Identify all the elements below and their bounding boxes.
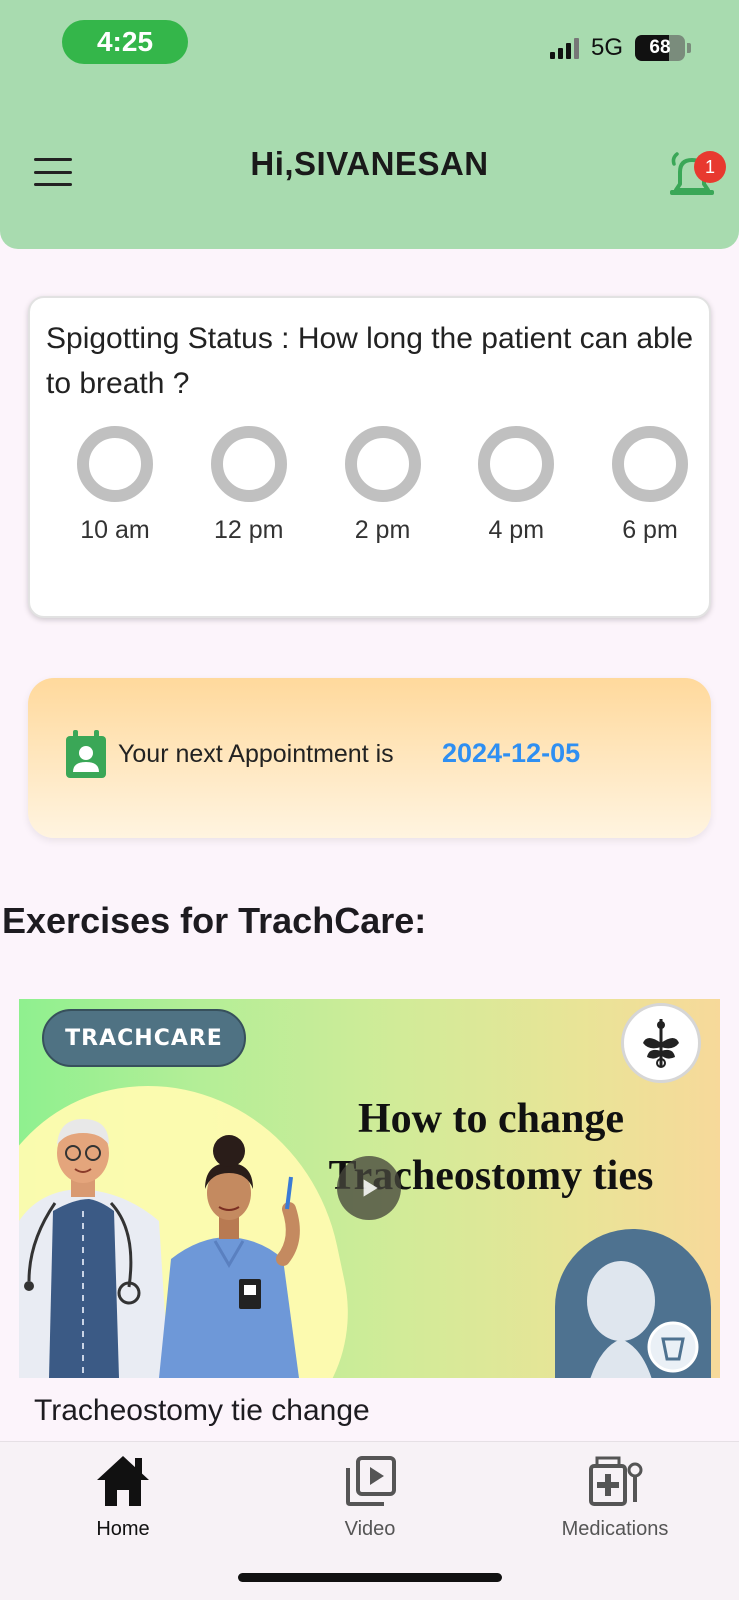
time-slot-12pm[interactable]: 12 pm [194, 426, 304, 545]
time-slot-label: 10 am [80, 516, 150, 544]
spigotting-status-card: Spigotting Status : How long the patient… [28, 296, 711, 618]
menu-icon-bar [34, 183, 72, 186]
time-slot-label: 12 pm [214, 516, 284, 544]
home-icon [97, 1456, 149, 1506]
appointment-date: 2024-12-05 [442, 738, 581, 768]
home-indicator[interactable] [238, 1573, 502, 1582]
battery-level: 68 [649, 37, 671, 58]
status-indicators: 5G 68 [549, 32, 691, 64]
nav-medications-label: Medications [561, 1518, 669, 1540]
exercises-section-title: Exercises for TrachCare: [2, 900, 427, 941]
notification-badge: 1 [694, 151, 726, 183]
time-slot-label: 4 pm [488, 516, 545, 544]
status-time: 4:25 [62, 20, 188, 64]
nurse-illustration [159, 1135, 300, 1378]
hospital-logo-icon [621, 1003, 701, 1083]
patient-illustration [555, 1229, 711, 1378]
network-type: 5G [590, 34, 623, 61]
app-header: 4:25 5G 68 Hi,SIVANESAN [0, 0, 739, 249]
radio-ring-icon [612, 426, 688, 502]
radio-ring-icon [344, 426, 421, 502]
appointment-text: Your next Appointment is [118, 740, 394, 768]
time-slot-4pm[interactable]: 4 pm [461, 426, 571, 545]
cellular-signal-icon [549, 37, 579, 59]
radio-ring-icon [478, 426, 555, 502]
play-icon [363, 1179, 378, 1197]
thumbnail-tag: TRACHCARE [42, 1009, 246, 1067]
radio-ring-icon [77, 426, 153, 502]
time-slot-2pm[interactable]: 2 pm [328, 426, 438, 545]
nav-video-label: Video [344, 1518, 396, 1540]
calendar-person-icon [66, 730, 106, 778]
appointment-card[interactable]: Your next Appointment is 2024-12-05 [28, 678, 711, 838]
time-slot-label: 6 pm [622, 516, 678, 544]
time-slot-options: 10 am 12 pm 2 pm 4 pm 6 pm [60, 426, 705, 545]
nav-medications[interactable]: Medications [525, 1452, 705, 1552]
battery-nub [687, 43, 691, 53]
play-button[interactable] [337, 1156, 401, 1220]
nav-home[interactable]: Home [33, 1452, 213, 1552]
thumbnail-title-line1: How to change [358, 1096, 624, 1142]
spigotting-question: Spigotting Status : How long the patient… [46, 322, 694, 400]
greeting-title: Hi,SIVANESAN [250, 145, 489, 182]
time-slot-6pm[interactable]: 6 pm [595, 426, 705, 545]
nav-video[interactable]: Video [280, 1452, 460, 1552]
medical-kit-icon [589, 1456, 643, 1506]
time-slot-label: 2 pm [354, 516, 411, 544]
time-slot-10am[interactable]: 10 am [60, 426, 170, 545]
video-caption[interactable]: Tracheostomy tie change [34, 1394, 370, 1428]
video-thumbnail[interactable]: TRACHCARE How to change Tracheostomy tie… [19, 999, 720, 1378]
radio-ring-icon [210, 426, 287, 502]
nav-home-label: Home [96, 1518, 150, 1540]
video-library-icon [346, 1456, 396, 1506]
battery-icon: 68 [635, 35, 685, 61]
